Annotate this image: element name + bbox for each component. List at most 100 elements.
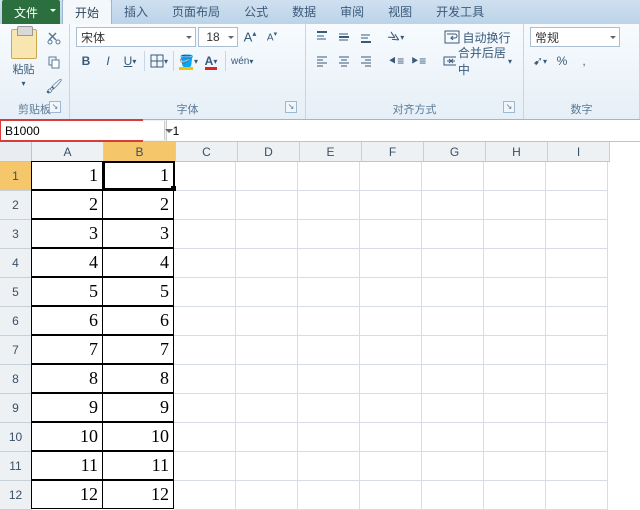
cell[interactable] <box>236 249 298 278</box>
cell[interactable]: 1 <box>102 161 174 190</box>
cell[interactable] <box>546 452 608 481</box>
cell[interactable]: 1 <box>31 161 103 190</box>
cell[interactable] <box>484 452 546 481</box>
cell[interactable] <box>422 278 484 307</box>
cell[interactable] <box>546 220 608 249</box>
cell[interactable]: 10 <box>31 422 103 451</box>
cell[interactable] <box>360 423 422 452</box>
cell[interactable]: 9 <box>102 393 174 422</box>
cell[interactable] <box>298 452 360 481</box>
cell[interactable] <box>298 220 360 249</box>
cell[interactable] <box>298 423 360 452</box>
align-center-button[interactable] <box>334 51 354 71</box>
border-button[interactable]: ▾ <box>149 51 169 71</box>
align-right-button[interactable] <box>356 51 376 71</box>
row-header[interactable]: 3 <box>0 220 32 249</box>
cell[interactable] <box>174 162 236 191</box>
increase-font-button[interactable]: A▴ <box>240 27 260 47</box>
cell[interactable] <box>236 394 298 423</box>
cell[interactable] <box>546 249 608 278</box>
row-header[interactable]: 6 <box>0 307 32 336</box>
cell[interactable] <box>484 220 546 249</box>
align-bottom-button[interactable] <box>356 27 376 47</box>
cell[interactable]: 7 <box>31 335 103 364</box>
tab-file[interactable]: 文件 <box>2 0 60 24</box>
cell[interactable] <box>422 365 484 394</box>
cell[interactable] <box>298 162 360 191</box>
cell[interactable] <box>174 278 236 307</box>
row-header[interactable]: 5 <box>0 278 32 307</box>
name-box-dropdown[interactable] <box>164 121 173 140</box>
cell[interactable] <box>484 423 546 452</box>
cell[interactable] <box>298 365 360 394</box>
cell[interactable] <box>360 365 422 394</box>
cell[interactable] <box>236 452 298 481</box>
cell[interactable]: 10 <box>102 422 174 451</box>
cell[interactable] <box>174 394 236 423</box>
cell[interactable] <box>236 278 298 307</box>
cell[interactable]: 8 <box>102 364 174 393</box>
cell[interactable]: 4 <box>31 248 103 277</box>
cell[interactable] <box>484 249 546 278</box>
orientation-button[interactable]: ≫▾ <box>386 27 406 47</box>
cell[interactable] <box>298 191 360 220</box>
row-header[interactable]: 2 <box>0 191 32 220</box>
cell[interactable] <box>546 162 608 191</box>
bold-button[interactable]: B <box>76 51 96 71</box>
font-size-select[interactable]: 18 <box>198 27 238 47</box>
select-all-corner[interactable] <box>0 142 32 162</box>
tab-视图[interactable]: 视图 <box>376 0 424 24</box>
cell[interactable]: 2 <box>31 190 103 219</box>
cell[interactable] <box>546 191 608 220</box>
cell[interactable]: 6 <box>31 306 103 335</box>
phonetic-button[interactable]: wén▾ <box>230 51 254 71</box>
cell[interactable] <box>484 394 546 423</box>
cell[interactable] <box>298 249 360 278</box>
cell[interactable] <box>546 336 608 365</box>
cell[interactable] <box>174 249 236 278</box>
cell[interactable] <box>174 423 236 452</box>
tab-公式[interactable]: 公式 <box>232 0 280 24</box>
fill-color-button[interactable]: 🪣▾ <box>178 51 199 71</box>
cell[interactable] <box>360 278 422 307</box>
row-header[interactable]: 10 <box>0 423 32 452</box>
cell[interactable]: 12 <box>102 480 174 509</box>
cell[interactable]: 8 <box>31 364 103 393</box>
cell[interactable] <box>236 191 298 220</box>
cell[interactable] <box>174 307 236 336</box>
cell[interactable] <box>174 220 236 249</box>
cell[interactable] <box>360 220 422 249</box>
cell[interactable] <box>174 452 236 481</box>
cell[interactable]: 9 <box>31 393 103 422</box>
cell[interactable] <box>236 336 298 365</box>
align-middle-button[interactable] <box>334 27 354 47</box>
underline-button[interactable]: U▾ <box>120 51 140 71</box>
row-header[interactable]: 8 <box>0 365 32 394</box>
cell[interactable] <box>174 365 236 394</box>
cell[interactable] <box>236 220 298 249</box>
cell[interactable]: 2 <box>102 190 174 219</box>
cell[interactable] <box>422 191 484 220</box>
cell[interactable] <box>236 481 298 510</box>
cut-button[interactable] <box>45 29 63 47</box>
alignment-launcher[interactable]: ↘ <box>503 101 515 113</box>
cell[interactable] <box>546 394 608 423</box>
row-header[interactable]: 7 <box>0 336 32 365</box>
copy-button[interactable] <box>45 53 63 71</box>
cell[interactable]: 5 <box>31 277 103 306</box>
tab-开始[interactable]: 开始 <box>62 0 112 24</box>
increase-indent-button[interactable]: ⯈≡ <box>408 51 428 71</box>
cell[interactable] <box>174 191 236 220</box>
cell[interactable] <box>236 423 298 452</box>
cell[interactable]: 5 <box>102 277 174 306</box>
cell[interactable] <box>236 307 298 336</box>
tab-插入[interactable]: 插入 <box>112 0 160 24</box>
col-header-E[interactable]: E <box>300 142 362 162</box>
cell[interactable] <box>298 481 360 510</box>
row-header[interactable]: 9 <box>0 394 32 423</box>
cell[interactable] <box>422 481 484 510</box>
percent-button[interactable]: % <box>552 51 572 71</box>
cell[interactable]: 3 <box>102 219 174 248</box>
col-header-D[interactable]: D <box>238 142 300 162</box>
cell[interactable] <box>298 336 360 365</box>
